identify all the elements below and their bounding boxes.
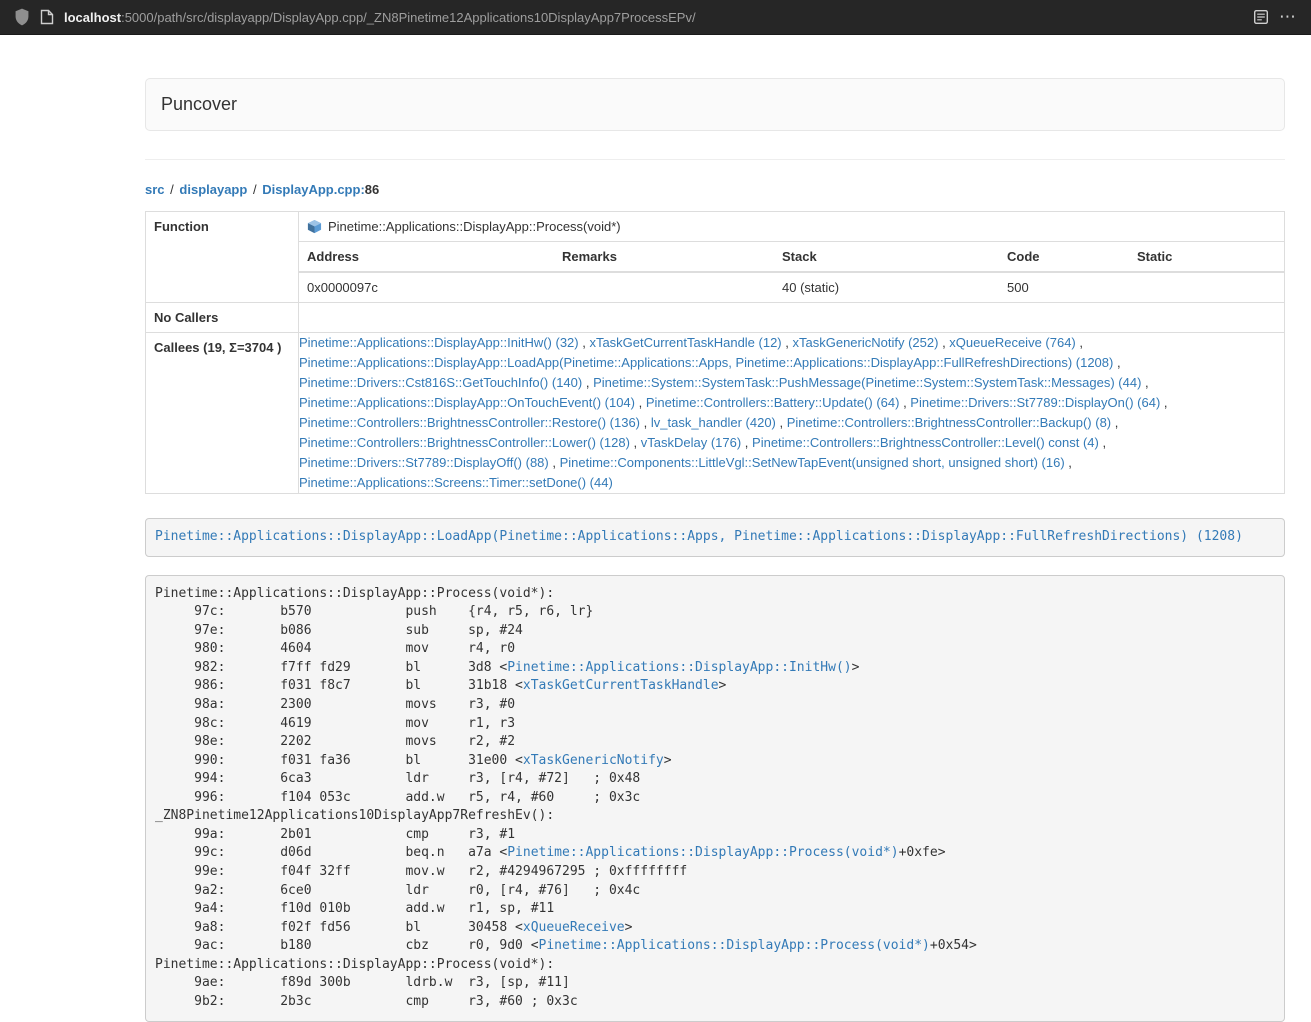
breadcrumb-src[interactable]: src — [145, 182, 165, 197]
callee-link[interactable]: Pinetime::Drivers::St7789::DisplayOn() (… — [910, 395, 1160, 410]
breadcrumb: src / displayapp / DisplayApp.cpp:86 — [145, 182, 1285, 197]
stack-value: 40 (static) — [774, 272, 999, 302]
url-path: :5000/path/src/displayapp/DisplayApp.cpp… — [121, 10, 696, 25]
callee-link[interactable]: xQueueReceive (764) — [949, 335, 1075, 350]
breadcrumb-displayapp[interactable]: displayapp — [179, 182, 247, 197]
code-symbol-link[interactable]: Pinetime::Applications::DisplayApp::Proc… — [507, 845, 898, 860]
app-title-panel: Puncover — [145, 78, 1285, 131]
address-value: 0x0000097c — [299, 272, 554, 302]
no-callers-empty-cell — [299, 303, 1285, 333]
callee-link[interactable]: Pinetime::Applications::DisplayApp::OnTo… — [299, 395, 635, 410]
breadcrumb-line-number: 86 — [365, 182, 379, 197]
reader-mode-icon[interactable] — [1253, 9, 1269, 25]
breadcrumb-separator: / — [168, 182, 176, 197]
remarks-value — [554, 272, 774, 302]
code-symbol-link[interactable]: xTaskGetCurrentTaskHandle — [523, 678, 719, 693]
col-address: Address — [299, 242, 554, 273]
callee-link[interactable]: lv_task_handler (420) — [651, 415, 776, 430]
disassembly-pre: Pinetime::Applications::DisplayApp::Proc… — [145, 575, 1285, 1022]
browser-toolbar: localhost:5000/path/src/displayapp/Displ… — [0, 0, 1311, 35]
callee-link[interactable]: xTaskGetCurrentTaskHandle (12) — [589, 335, 781, 350]
function-row: Function Pinetime::Applications::Display… — [146, 212, 1285, 303]
col-static: Static — [1129, 242, 1284, 273]
col-code: Code — [999, 242, 1129, 273]
selected-callee-box: Pinetime::Applications::DisplayApp::Load… — [145, 518, 1285, 557]
code-symbol-link[interactable]: xTaskGenericNotify — [523, 753, 664, 768]
no-callers-row: No Callers — [146, 303, 1285, 333]
callee-link[interactable]: Pinetime::Controllers::BrightnessControl… — [299, 415, 640, 430]
callee-link[interactable]: Pinetime::Controllers::BrightnessControl… — [299, 435, 630, 450]
header-divider — [145, 159, 1285, 160]
menu-dots-icon[interactable]: ⋯ — [1279, 7, 1297, 27]
page-title: Puncover — [161, 94, 1269, 115]
breadcrumb-file[interactable]: DisplayApp.cpp: — [262, 182, 365, 197]
callee-link[interactable]: Pinetime::Drivers::Cst816S::GetTouchInfo… — [299, 375, 582, 390]
callee-link[interactable]: xTaskGenericNotify (252) — [793, 335, 939, 350]
selected-callee-link[interactable]: Pinetime::Applications::DisplayApp::Load… — [155, 529, 1243, 544]
col-stack: Stack — [774, 242, 999, 273]
function-details-table: Address Remarks Stack Code Static 0x0000… — [299, 241, 1284, 302]
callees-list: Pinetime::Applications::DisplayApp::Init… — [299, 333, 1285, 494]
function-label-cell: Function — [146, 212, 299, 303]
url-host: localhost — [64, 10, 121, 25]
callee-link[interactable]: Pinetime::Controllers::BrightnessControl… — [752, 435, 1099, 450]
code-symbol-link[interactable]: Pinetime::Applications::DisplayApp::Proc… — [539, 938, 930, 953]
callees-label: Callees (19, Σ=3704 ) — [146, 333, 299, 494]
callee-link[interactable]: Pinetime::System::SystemTask::PushMessag… — [593, 375, 1141, 390]
callee-link[interactable]: Pinetime::Applications::Screens::Timer::… — [299, 475, 613, 490]
function-icon — [307, 219, 322, 234]
address-bar[interactable]: localhost:5000/path/src/displayapp/Displ… — [64, 10, 696, 25]
callee-link[interactable]: Pinetime::Applications::DisplayApp::Init… — [299, 335, 579, 350]
col-remarks: Remarks — [554, 242, 774, 273]
callees-row: Callees (19, Σ=3704 ) Pinetime::Applicat… — [146, 333, 1285, 494]
callee-link[interactable]: Pinetime::Drivers::St7789::DisplayOff() … — [299, 455, 549, 470]
page-container: Puncover src / displayapp / DisplayApp.c… — [145, 78, 1285, 1022]
callee-link[interactable]: Pinetime::Applications::DisplayApp::Load… — [299, 355, 1113, 370]
no-callers-label: No Callers — [146, 303, 299, 333]
function-name-line: Pinetime::Applications::DisplayApp::Proc… — [299, 212, 1284, 241]
callee-link[interactable]: Pinetime::Controllers::Battery::Update()… — [646, 395, 900, 410]
details-value-row: 0x0000097c 40 (static) 500 — [299, 272, 1284, 302]
callee-link[interactable]: vTaskDelay (176) — [641, 435, 741, 450]
function-name: Pinetime::Applications::DisplayApp::Proc… — [328, 219, 621, 234]
code-value: 500 — [999, 272, 1129, 302]
breadcrumb-separator: / — [251, 182, 259, 197]
static-value — [1129, 272, 1284, 302]
callee-link[interactable]: Pinetime::Controllers::BrightnessControl… — [787, 415, 1111, 430]
details-header-row: Address Remarks Stack Code Static — [299, 242, 1284, 273]
code-symbol-link[interactable]: Pinetime::Applications::DisplayApp::Init… — [507, 660, 851, 675]
code-symbol-link[interactable]: xQueueReceive — [523, 920, 625, 935]
function-table: Function Pinetime::Applications::Display… — [145, 211, 1285, 494]
shield-icon[interactable] — [14, 8, 30, 26]
callee-link[interactable]: Pinetime::Components::LittleVgl::SetNewT… — [560, 455, 1065, 470]
page-icon[interactable] — [40, 9, 54, 25]
